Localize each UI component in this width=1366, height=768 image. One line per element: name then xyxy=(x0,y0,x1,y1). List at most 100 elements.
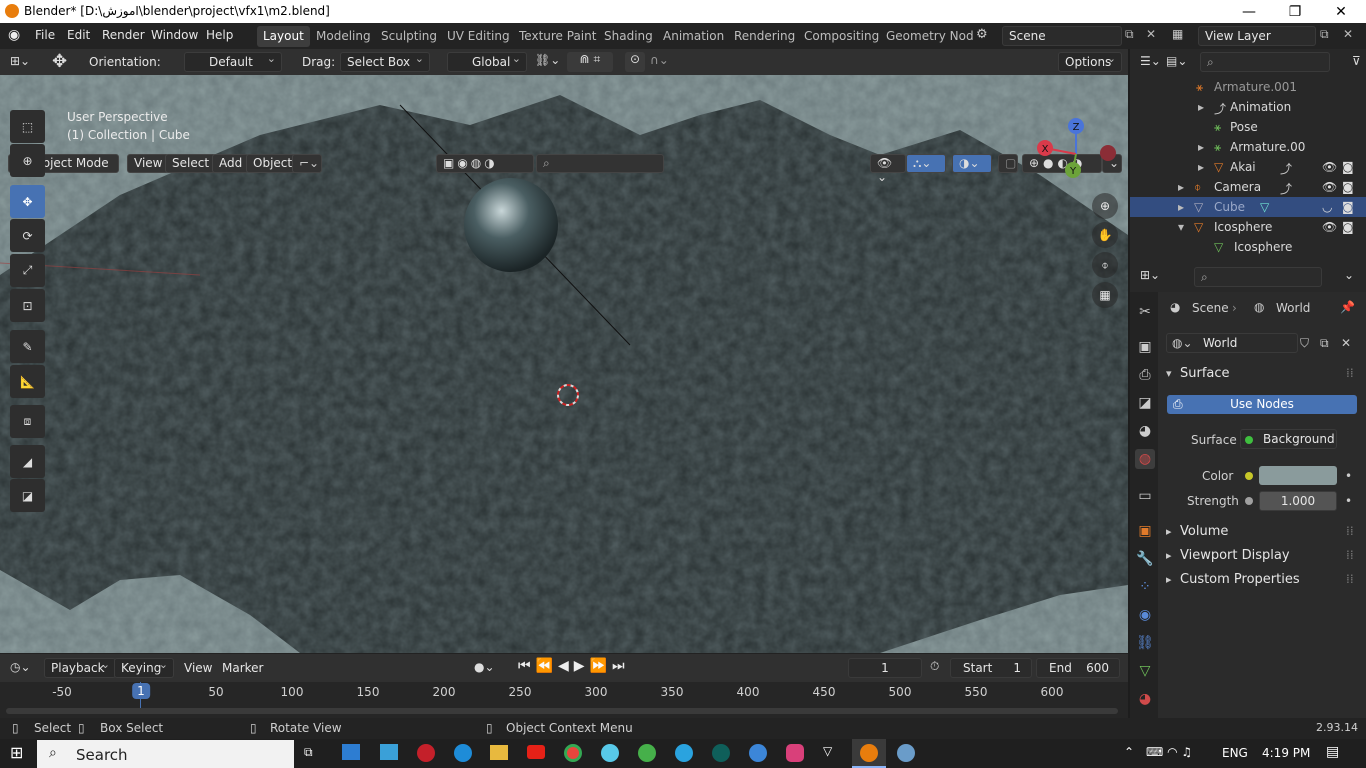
editor-type-icon[interactable]: ⊞⌄ xyxy=(10,54,30,68)
tray-clock[interactable]: 4:19 PM xyxy=(1262,746,1310,760)
fake-user-shield-icon[interactable]: ⛉ xyxy=(1300,336,1309,351)
blender-menu-icon[interactable]: ◉ xyxy=(8,27,20,43)
scale-tool[interactable]: ⤢ xyxy=(10,254,45,287)
youtube-icon[interactable] xyxy=(527,745,545,759)
menu-render[interactable]: Render xyxy=(102,28,145,42)
pan-hand-icon[interactable]: ✋ xyxy=(1092,222,1118,248)
transform-orientation-dropdown[interactable]: Global xyxy=(447,52,527,72)
panel-expanded-icon[interactable]: ▾ xyxy=(1166,367,1172,380)
close-button[interactable]: ✕ xyxy=(1318,2,1364,22)
render-tab-icon[interactable]: ▣ xyxy=(1135,337,1155,357)
expand-arrow-icon[interactable]: ▸ xyxy=(1198,160,1204,174)
image-tool[interactable]: ◪ xyxy=(10,479,45,512)
object-tab-icon[interactable]: ▣ xyxy=(1135,521,1155,541)
app-icon-5[interactable] xyxy=(712,744,730,762)
use-nodes-button[interactable]: ⎙ Use Nodes xyxy=(1167,395,1357,414)
tab-animation[interactable]: Animation xyxy=(657,26,730,47)
orientation-dropdown[interactable]: Default xyxy=(184,52,282,72)
outliner-row[interactable]: ⚹ Armature.001 xyxy=(1130,77,1366,97)
notification-icon[interactable]: ▤ xyxy=(1326,744,1339,760)
app-icon-1[interactable] xyxy=(342,744,360,760)
keying-menu[interactable]: Keying xyxy=(114,658,174,678)
panel-collapsed-icon[interactable]: ▸ xyxy=(1166,525,1172,538)
blender-taskbar-button[interactable] xyxy=(852,739,886,768)
outliner-row[interactable]: ▸ ⌽ Camera ⤴ 👁 ◙ xyxy=(1130,177,1366,197)
tab-sculpting[interactable]: Sculpting xyxy=(375,26,443,47)
icosphere-object[interactable] xyxy=(464,178,558,272)
unlink-world-icon[interactable]: ✕ xyxy=(1341,336,1351,350)
start-frame-field[interactable]: Start 1 xyxy=(950,658,1032,678)
tab-rendering[interactable]: Rendering xyxy=(728,26,801,47)
xray-icon[interactable]: ▢ xyxy=(998,154,1018,173)
outliner-row[interactable]: ▸ ⤴ Animation xyxy=(1130,97,1366,117)
visibility-eye-icon[interactable]: 👁 xyxy=(1322,180,1337,194)
proportional-edit-icon[interactable]: ⊙ xyxy=(625,52,645,72)
display-mode-icon[interactable]: ▤⌄ xyxy=(1166,54,1187,68)
hidden-eye-icon[interactable]: ◡ xyxy=(1322,200,1332,214)
tab-shading[interactable]: Shading xyxy=(598,26,659,47)
particles-tab-icon[interactable]: ⁘ xyxy=(1135,577,1155,597)
modifier-tab-icon[interactable]: 🔧 xyxy=(1135,549,1155,569)
marker-menu[interactable]: Marker xyxy=(222,661,263,675)
tab-texture-paint[interactable]: Texture Paint xyxy=(513,26,602,47)
windows-start-icon[interactable]: ⊞ xyxy=(10,743,23,762)
pivot-icon[interactable]: ⛓⌄ xyxy=(535,53,560,67)
volume-panel-header[interactable]: Volume xyxy=(1180,524,1228,539)
end-frame-field[interactable]: End 600 xyxy=(1036,658,1120,678)
overlay-toggle-icon[interactable]: ◑⌄ xyxy=(952,154,992,173)
timeline-scrollbar[interactable] xyxy=(6,708,1118,714)
maximize-button[interactable]: ❐ xyxy=(1272,2,1318,22)
data-tab-icon[interactable]: ▽ xyxy=(1135,661,1155,681)
render-camera-icon[interactable]: ◙ xyxy=(1342,180,1354,194)
task-view-icon[interactable]: ⧉ xyxy=(304,745,313,760)
perspective-grid-icon[interactable]: ▦ xyxy=(1092,282,1118,308)
visibility-icon[interactable]: 👁⌄ xyxy=(870,154,906,184)
rotate-tool[interactable]: ⟳ xyxy=(10,219,45,252)
outliner-row-selected[interactable]: ▸ ▽ Cube ▽ ◡ ◙ xyxy=(1130,197,1366,217)
world-browse-icon[interactable]: ◍⌄ xyxy=(1172,336,1193,350)
tool-tab-icon[interactable]: ✂ xyxy=(1135,302,1155,322)
viewport-search-icon[interactable]: ⌕ xyxy=(536,154,664,173)
output-tab-icon[interactable]: ⎙ xyxy=(1135,365,1155,385)
new-view-layer-icon[interactable]: ⧉ xyxy=(1320,27,1329,42)
playback-menu[interactable]: Playback xyxy=(44,658,116,678)
menu-edit[interactable]: Edit xyxy=(67,28,90,42)
app-icon-3[interactable] xyxy=(601,744,619,762)
camera-view-icon[interactable]: ⌽ xyxy=(1092,252,1118,278)
expand-arrow-icon[interactable]: ▸ xyxy=(1178,200,1184,214)
delete-scene-icon[interactable]: ✕ xyxy=(1146,27,1156,41)
menu-help[interactable]: Help xyxy=(206,28,233,42)
outliner-row[interactable]: ▾ ▽ Icosphere 👁 ◙ xyxy=(1130,217,1366,237)
new-scene-icon[interactable]: ⧉ xyxy=(1125,27,1134,42)
drag-handle-icon[interactable]: ⁞⁞ xyxy=(1346,366,1354,380)
outliner-row[interactable]: ▸ ⚹ Armature.00 xyxy=(1130,137,1366,157)
new-world-icon[interactable]: ⧉ xyxy=(1320,336,1329,351)
menu-file[interactable]: File xyxy=(35,28,55,42)
move-tool[interactable]: ✥ xyxy=(10,185,45,218)
options-dropdown[interactable]: Options xyxy=(1058,52,1122,72)
drag-handle-icon[interactable]: ⁞⁞ xyxy=(1346,572,1354,586)
expand-arrow-icon[interactable]: ▸ xyxy=(1198,140,1204,154)
drag-handle-icon[interactable]: ⁞⁞ xyxy=(1346,524,1354,538)
properties-editor-icon[interactable]: ⊞⌄ xyxy=(1140,268,1160,282)
constraints-tab-icon[interactable]: ⛓ xyxy=(1135,633,1155,653)
properties-search[interactable]: ⌕ xyxy=(1194,267,1322,287)
app-icon-6[interactable] xyxy=(749,744,767,762)
visibility-eye-icon[interactable]: 👁 xyxy=(1322,220,1337,234)
annotate-tool[interactable]: ✎ xyxy=(10,330,45,363)
cursor-tool[interactable]: ⊕ xyxy=(10,144,45,177)
app-icon-7[interactable]: ▽ xyxy=(823,744,832,758)
drag-handle-icon[interactable]: ⁞⁞ xyxy=(1346,548,1354,562)
custom-properties-panel-header[interactable]: Custom Properties xyxy=(1180,572,1300,587)
world-tab-icon[interactable]: ◍ xyxy=(1135,449,1155,469)
app-icon-4[interactable] xyxy=(638,744,656,762)
viewport-menu-add[interactable]: Add xyxy=(212,154,250,173)
outliner-row[interactable]: ▸ ▽ Akai ⤴ 👁 ◙ xyxy=(1130,157,1366,177)
tab-modeling[interactable]: Modeling xyxy=(310,26,377,47)
pin-icon[interactable]: 📌 xyxy=(1340,300,1355,314)
tray-language[interactable]: ENG xyxy=(1222,746,1248,760)
outliner-row[interactable]: ⚹ Pose xyxy=(1130,117,1366,137)
material-tab-icon[interactable]: ◕ xyxy=(1135,689,1155,709)
add-cube-tool[interactable]: ⧈ xyxy=(10,405,45,438)
visibility-eye-icon[interactable]: 👁 xyxy=(1322,160,1337,174)
